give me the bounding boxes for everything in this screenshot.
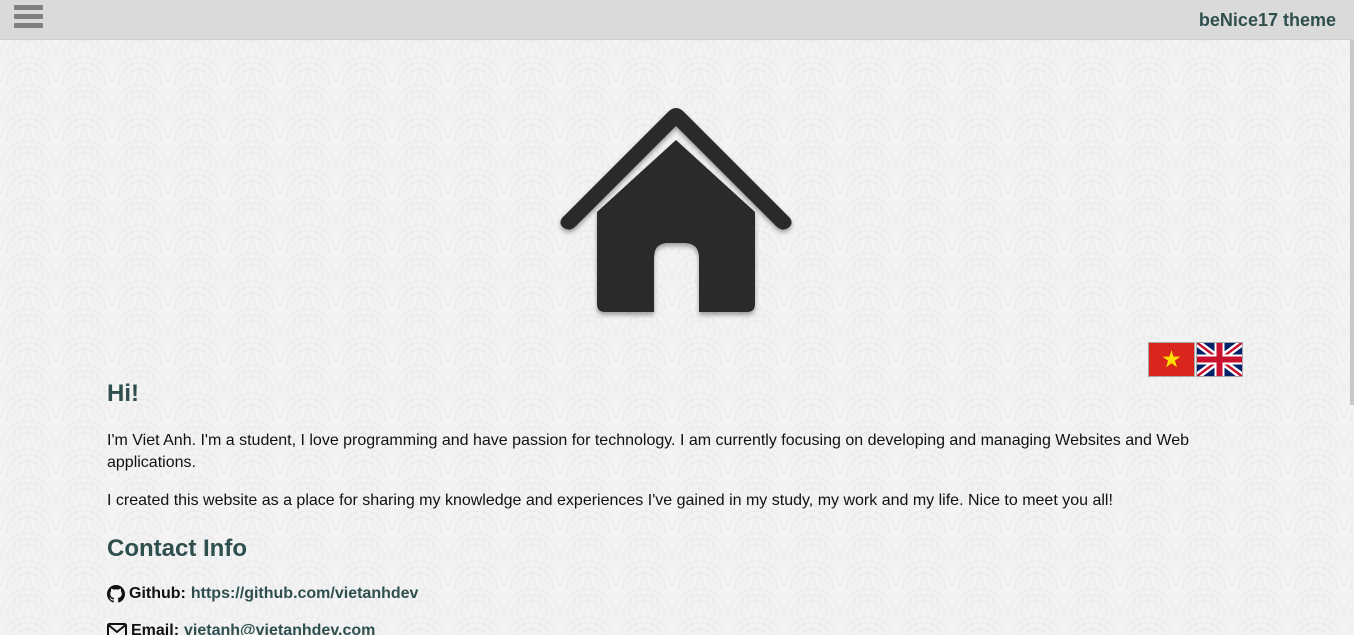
uk-flag-icon[interactable] [1196,342,1243,377]
top-bar: beNice17 theme [0,0,1354,40]
site-title[interactable]: beNice17 theme [1199,10,1336,31]
github-icon [107,585,125,603]
home-icon [560,108,792,312]
contact-info-heading: Contact Info [107,535,247,562]
email-label: Email: [131,622,180,635]
github-link[interactable]: https://github.com/vietanhdev [191,585,419,603]
github-contact: Github: https://github.com/vietanhdev [107,585,418,603]
about-paragraph: I created this website as a place for sh… [107,492,1113,509]
email-contact: Email: vietanh@vietanhdev.com [107,622,375,635]
intro-paragraph: I'm Viet Anh. I'm a student, I love prog… [107,432,1189,471]
greeting-heading: Hi! [107,380,139,407]
email-icon [107,623,127,635]
email-link[interactable]: vietanh@vietanhdev.com [184,622,375,635]
github-label: Github: [129,585,186,602]
language-switcher [1148,342,1244,378]
scrollbar[interactable] [1350,40,1354,405]
hamburger-menu-icon[interactable] [14,5,44,31]
vietnam-flag-icon[interactable] [1148,342,1195,377]
